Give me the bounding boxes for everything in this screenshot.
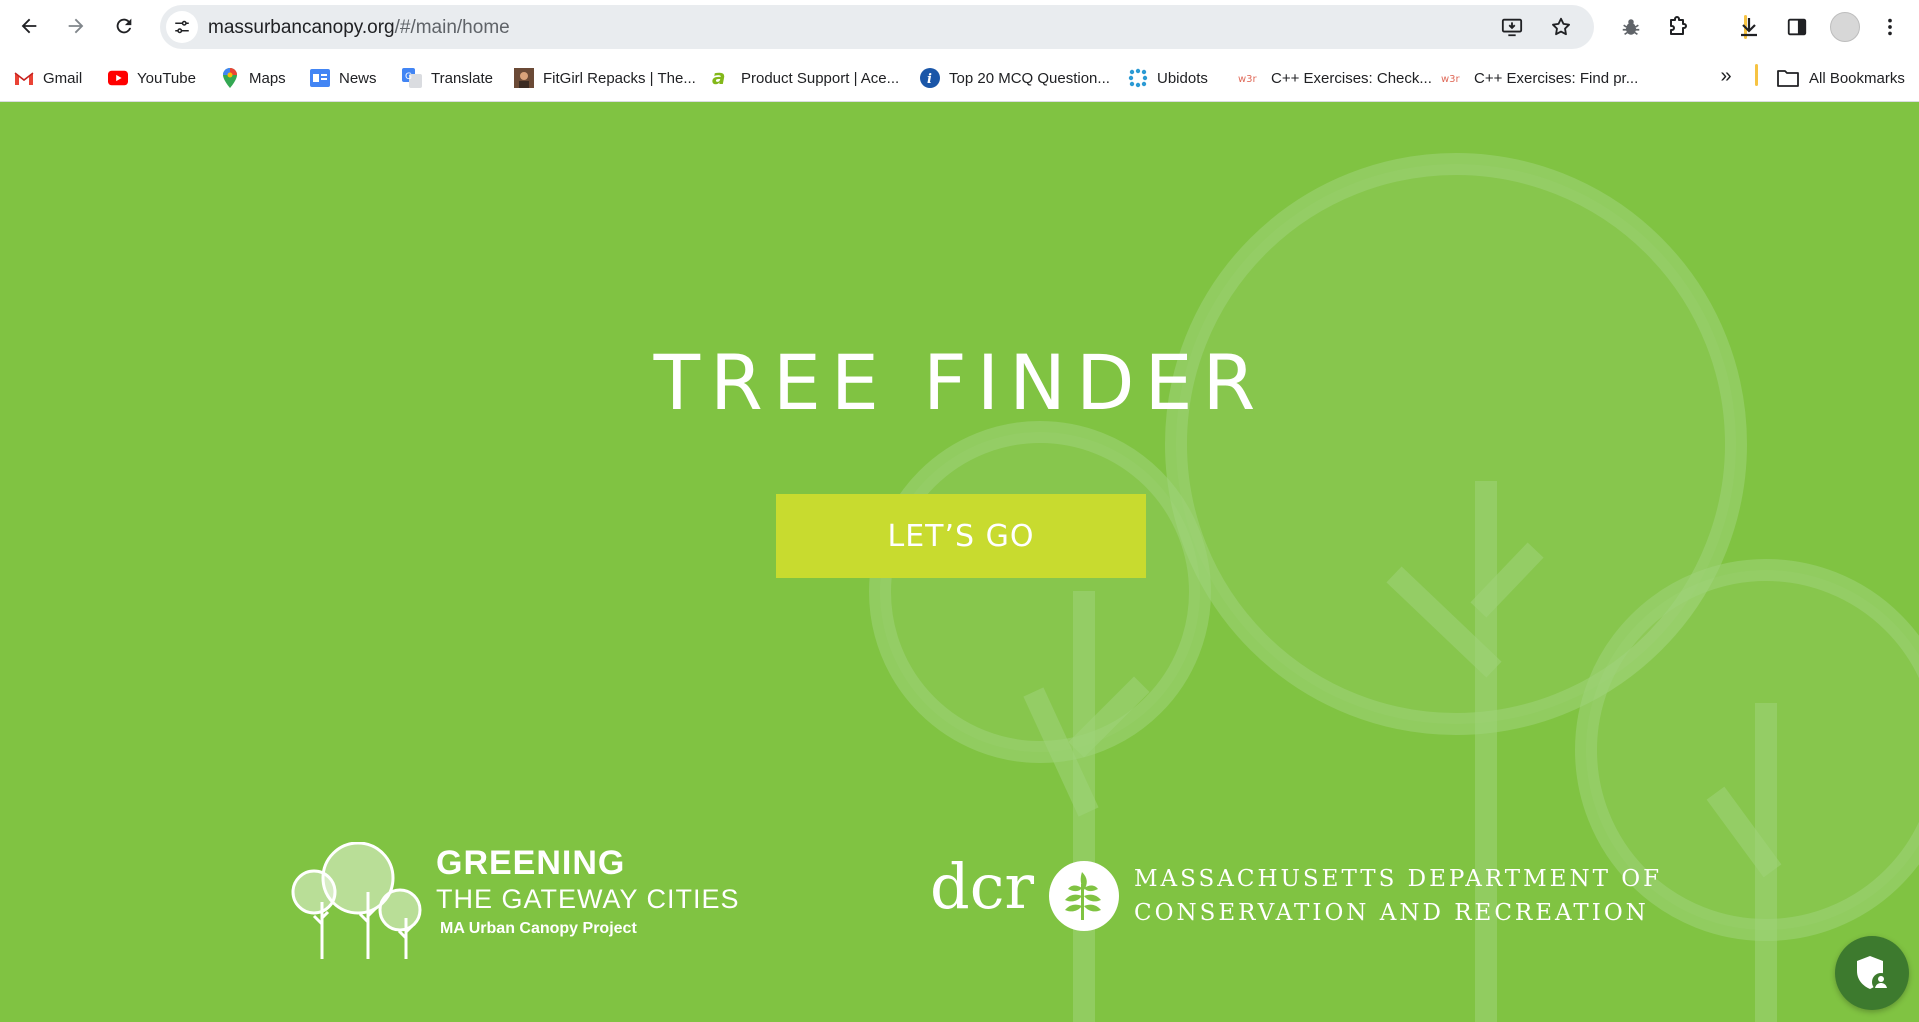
bookmark-acer[interactable]: a Product Support | Ace...: [712, 64, 899, 92]
back-button[interactable]: [12, 9, 46, 43]
bookmark-fitgirl[interactable]: FitGirl Repacks | The...: [514, 64, 696, 92]
reload-icon: [116, 18, 132, 34]
folder-icon: [1776, 68, 1800, 88]
bookmark-label: News: [339, 69, 377, 87]
bookmark-gmail[interactable]: Gmail: [14, 64, 82, 92]
dcr-name-line2: CONSERVATION AND RECREATION: [1134, 900, 1649, 926]
url-host: massurbancanopy.org: [208, 17, 395, 38]
bookmark-label: C++ Exercises: Check...: [1271, 69, 1432, 87]
maps-icon: [220, 68, 240, 88]
youtube-icon: [108, 68, 128, 88]
profile-avatar[interactable]: [1830, 12, 1860, 42]
acer-icon: a: [712, 68, 732, 88]
ggc-title: GREENING: [436, 844, 626, 882]
dcr-wordmark: dcr: [930, 850, 1035, 923]
star-icon: [1552, 17, 1570, 36]
fitgirl-icon: [514, 68, 534, 88]
bookmark-cpp-check[interactable]: w3r C++ Exercises: Check...: [1238, 64, 1432, 92]
more-bookmarks-button[interactable]: »: [1714, 62, 1738, 90]
browser-toolbar: massurbancanopy.org/#/main/home: [0, 0, 1919, 54]
bookmark-star-button[interactable]: [1549, 15, 1573, 39]
bookmark-news[interactable]: News: [310, 64, 377, 92]
svg-text:w3r: w3r: [1441, 74, 1461, 85]
dcr-logo[interactable]: dcr MASSACHUSETTS DEPARTMENT OF CONSERVA…: [930, 850, 1659, 958]
bookmark-translate[interactable]: G Translate: [402, 64, 493, 92]
bookmark-label: Top 20 MCQ Question...: [949, 69, 1110, 87]
puzzle-icon: [1670, 16, 1687, 35]
bookmark-label: Product Support | Ace...: [741, 69, 900, 87]
url-text[interactable]: massurbancanopy.org/#/main/home: [208, 17, 510, 39]
arrow-left-icon: [21, 18, 37, 34]
downloads-button[interactable]: [1735, 13, 1763, 41]
install-app-button[interactable]: [1500, 15, 1524, 39]
bookmark-label: FitGirl Repacks | The...: [543, 69, 696, 87]
bookmark-youtube[interactable]: YouTube: [108, 64, 196, 92]
bookmark-ubidots[interactable]: Ubidots: [1128, 64, 1208, 92]
svg-text:w3r: w3r: [1238, 74, 1258, 85]
page-title: TREE FINDER: [653, 338, 1266, 427]
bookmark-cpp-find[interactable]: w3r C++ Exercises: Find pr...: [1441, 64, 1638, 92]
w3r-icon: w3r: [1441, 68, 1465, 88]
side-panel-button[interactable]: [1783, 13, 1811, 41]
w3r-icon: w3r: [1238, 68, 1262, 88]
bookmark-label: Gmail: [43, 69, 83, 87]
translate-icon: G: [402, 68, 422, 88]
reload-button[interactable]: [107, 9, 141, 43]
tree-cluster-icon: [291, 842, 422, 959]
all-bookmarks-label: All Bookmarks: [1809, 69, 1905, 87]
lets-go-button[interactable]: LET’S GO: [776, 494, 1146, 578]
install-app-icon: [1501, 18, 1523, 37]
bookmark-label: Translate: [431, 69, 493, 87]
bookmarks-separator: [1755, 64, 1758, 86]
news-icon: [310, 68, 330, 88]
dcr-name-line1: MASSACHUSETTS DEPARTMENT OF: [1134, 866, 1663, 892]
all-bookmarks-button[interactable]: All Bookmarks: [1776, 64, 1905, 92]
ggc-subtitle: THE GATEWAY CITIES: [436, 884, 740, 914]
bookmark-label: Ubidots: [1157, 69, 1208, 87]
ubidots-icon: [1128, 68, 1148, 88]
bookmarks-bar: Gmail YouTube Maps News G Translate FitG…: [0, 54, 1919, 102]
ggc-tagline: MA Urban Canopy Project: [440, 920, 637, 937]
arrow-right-icon: [68, 18, 84, 34]
extension-bug-button[interactable]: [1617, 13, 1645, 41]
address-bar[interactable]: massurbancanopy.org/#/main/home: [160, 5, 1594, 49]
download-icon: [1741, 18, 1757, 37]
extensions-button[interactable]: [1664, 13, 1692, 41]
svg-text:a: a: [712, 69, 726, 87]
privacy-widget-button[interactable]: [1835, 936, 1909, 1010]
browser-menu-button[interactable]: [1876, 13, 1904, 41]
url-path: /#/main/home: [394, 17, 510, 38]
svg-text:G: G: [405, 72, 412, 82]
info-icon: i: [920, 68, 940, 88]
bug-icon: [1622, 19, 1640, 36]
bookmark-label: Maps: [249, 69, 286, 87]
bookmark-label: YouTube: [137, 69, 196, 87]
bookmark-label: C++ Exercises: Find pr...: [1474, 69, 1639, 87]
tune-icon: [175, 20, 189, 34]
bookmark-mcq[interactable]: i Top 20 MCQ Question...: [920, 64, 1110, 92]
leaf-emblem-icon: [1049, 861, 1119, 931]
kebab-menu-icon: [1888, 18, 1892, 36]
greening-gateway-cities-logo[interactable]: GREENING THE GATEWAY CITIES MA Urban Can…: [290, 842, 739, 962]
bookmark-maps[interactable]: Maps: [220, 64, 286, 92]
side-panel-icon: [1787, 18, 1807, 36]
gmail-icon: [14, 68, 34, 88]
tree-finder-home: TREE FINDER LET’S GO GREENING THE GATEWA…: [0, 102, 1919, 1022]
svg-text:i: i: [927, 72, 932, 87]
shield-user-icon: [1857, 956, 1890, 991]
site-info-button[interactable]: [166, 11, 198, 43]
forward-button[interactable]: [59, 9, 93, 43]
